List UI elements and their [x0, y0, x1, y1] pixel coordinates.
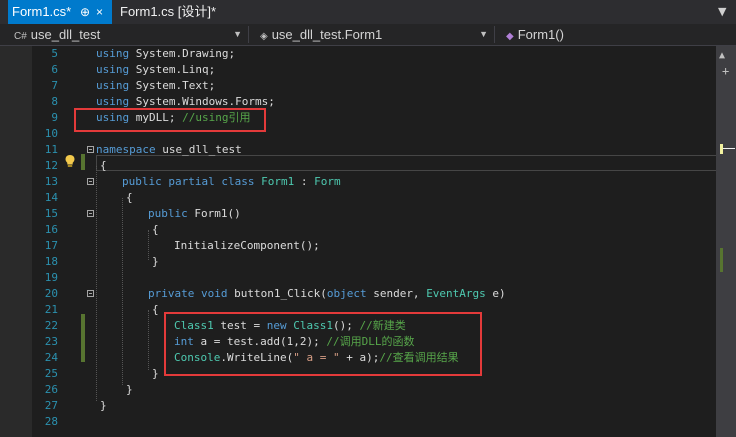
vertical-scrollbar[interactable]: [716, 46, 736, 437]
document-tab-bar: Form1.cs* ⊕ × Form1.cs [设计]* ▼: [0, 0, 736, 24]
tab-form1-designer[interactable]: Form1.cs [设计]*: [116, 0, 216, 24]
tab-label: Form1.cs [设计]*: [120, 4, 217, 19]
code-line: 27}: [44, 399, 107, 412]
csharp-project-icon: C#: [14, 31, 27, 42]
code-line: 15 public Form1(): [44, 207, 241, 220]
code-line: 5 using System.Drawing;: [51, 47, 236, 60]
project-dropdown-value: use_dll_test: [30, 27, 101, 42]
code-line: 28: [44, 415, 58, 428]
code-line: 11 namespace use_dll_test: [44, 143, 242, 156]
class-dropdown-value: use_dll_test.Form1: [271, 27, 383, 42]
pin-icon[interactable]: ⊕: [80, 0, 90, 24]
code-line: 14{: [44, 191, 133, 204]
left-margin: [0, 46, 32, 437]
code-editor[interactable]: 5 using System.Drawing; 6 using System.Lin…: [32, 46, 736, 437]
member-dropdown[interactable]: ◆ Form1(): [500, 26, 717, 43]
tab-label: Form1.cs*: [12, 4, 72, 19]
code-line: 20 private void button1_Click(object send…: [44, 287, 506, 300]
code-line: 7 using System.Text;: [51, 79, 216, 92]
tab-form1-cs[interactable]: Form1.cs* ⊕ ×: [8, 0, 112, 24]
code-line: 16{: [44, 223, 159, 236]
split-icon[interactable]: +: [722, 64, 729, 78]
scroll-up-icon[interactable]: ▲: [719, 50, 725, 61]
annotation-box-code: [164, 312, 482, 376]
collapse-icon[interactable]: [87, 178, 94, 185]
code-line: 26}: [44, 383, 133, 396]
code-line: 12{: [44, 159, 107, 172]
scroll-marker: [720, 248, 723, 272]
collapse-icon[interactable]: [87, 210, 94, 217]
code-line: 17 InitializeComponent();: [44, 239, 320, 252]
collapse-icon[interactable]: [87, 146, 94, 153]
method-icon: ◆: [506, 31, 514, 42]
navigation-bar: C# use_dll_test ▼ ◈ use_dll_test.Form1 ▼ ◆…: [0, 24, 736, 46]
class-dropdown[interactable]: ◈ use_dll_test.Form1 ▼: [254, 26, 495, 43]
chevron-down-icon: ▼: [233, 29, 242, 39]
tab-overflow-icon[interactable]: ▼: [718, 0, 726, 24]
code-line: 13 public partial class Form1 : Form: [44, 175, 341, 188]
code-line: 6 using System.Linq;: [51, 63, 216, 76]
collapse-icon[interactable]: [87, 290, 94, 297]
project-dropdown[interactable]: C# use_dll_test ▼: [8, 26, 249, 43]
member-dropdown-value: Form1(): [517, 27, 564, 42]
scroll-position-marker: [723, 148, 735, 149]
scroll-marker: [720, 144, 723, 154]
code-line: 19: [44, 271, 58, 284]
close-icon[interactable]: ×: [96, 0, 103, 24]
chevron-down-icon: ▼: [479, 29, 488, 39]
annotation-box-using: [74, 108, 266, 132]
code-line: 18}: [44, 255, 159, 268]
class-icon: ◈: [260, 31, 268, 42]
